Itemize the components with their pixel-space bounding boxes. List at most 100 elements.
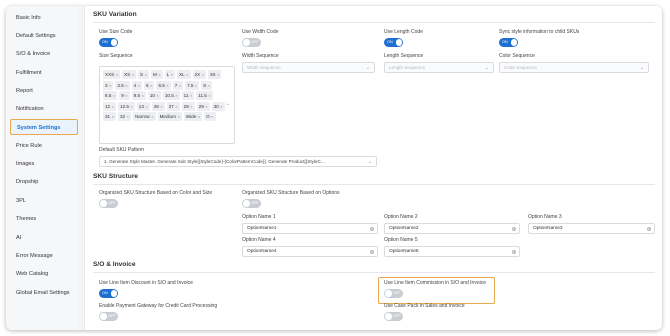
remove-tag-icon[interactable]: × xyxy=(190,104,192,109)
use-size-code-toggle[interactable]: ON xyxy=(99,38,118,47)
use-size-code-label: Use Size Code xyxy=(99,29,133,35)
remove-tag-icon[interactable]: × xyxy=(190,93,192,98)
sidebar-item-report[interactable]: Report xyxy=(10,83,74,99)
use-length-code-label: Use Length Code xyxy=(384,29,423,35)
size-tag-label: S xyxy=(140,72,144,77)
sidebar-item-3pl[interactable]: 3PL xyxy=(10,193,74,209)
option-name-2-input[interactable]: OptionName2 × xyxy=(384,223,520,234)
size-tag: 13 × xyxy=(136,101,150,111)
remove-tag-icon[interactable]: × xyxy=(112,114,114,119)
remove-tag-icon[interactable]: × xyxy=(112,104,114,109)
option-name-4-value: OptionName4 xyxy=(247,249,277,254)
remove-tag-icon[interactable]: × xyxy=(207,83,209,88)
remove-tag-icon[interactable]: × xyxy=(171,72,173,77)
remove-tag-icon[interactable]: × xyxy=(186,72,188,77)
use-width-code-toggle[interactable]: OFF xyxy=(242,38,261,47)
sidebar-item-notification[interactable]: Notification xyxy=(10,101,74,117)
line-item-commission-toggle[interactable]: OFF xyxy=(384,289,403,298)
payment-gateway-toggle[interactable]: OFF xyxy=(99,312,118,321)
sidebar-item-system-settings[interactable]: System Settings xyxy=(10,119,78,135)
remove-tag-icon[interactable]: × xyxy=(125,83,127,88)
remove-tag-icon[interactable]: × xyxy=(198,114,200,119)
sidebar-item-price-rule[interactable]: Price Rule xyxy=(10,138,74,154)
size-tag-label: 10 xyxy=(149,93,155,99)
size-tag-label: 27 xyxy=(168,103,174,109)
remove-tag-icon[interactable]: × xyxy=(175,93,177,98)
size-tag-label: 6.5 xyxy=(158,82,165,88)
default-sku-pattern-value: 1. Generate Style Master. Generate Sub S… xyxy=(104,159,325,164)
size-tag-label: M xyxy=(152,72,157,77)
remove-tag-icon[interactable]: × xyxy=(179,83,181,88)
size-tag-label: 3.5 xyxy=(117,82,124,88)
remove-tag-icon[interactable]: × xyxy=(150,83,152,88)
remove-tag-icon[interactable]: × xyxy=(202,72,204,77)
remove-tag-icon[interactable]: × xyxy=(130,104,132,109)
remove-tag-icon[interactable]: × xyxy=(142,93,144,98)
option-name-4-input[interactable]: OptionName4 × xyxy=(242,246,378,257)
length-sequence-select[interactable]: Length Sequence ⌄ xyxy=(384,62,494,73)
remove-tag-icon[interactable]: × xyxy=(113,93,115,98)
divider xyxy=(93,184,655,185)
line-item-discount-toggle[interactable]: ON xyxy=(99,289,118,298)
width-sequence-select[interactable]: Width Sequence ⌄ xyxy=(242,62,375,73)
remove-tag-icon[interactable]: × xyxy=(211,114,213,119)
remove-tag-icon[interactable]: × xyxy=(166,83,168,88)
clear-icon[interactable]: × xyxy=(646,226,651,231)
remove-tag-icon[interactable]: × xyxy=(208,93,210,98)
sidebar-item-ai[interactable]: AI xyxy=(10,230,74,246)
clear-icon[interactable]: × xyxy=(369,226,374,231)
use-length-code-toggle[interactable]: ON xyxy=(384,38,403,47)
sidebar-item-basic-info[interactable]: Basic Info xyxy=(10,10,74,26)
size-tag-label: 13 xyxy=(138,103,144,109)
sidebar-item-dropship[interactable]: Dropship xyxy=(10,174,74,190)
size-tag: 3 × xyxy=(103,80,114,90)
remove-tag-icon[interactable]: × xyxy=(195,83,197,88)
organized-options-label: Organized SKU Structure Based on Options xyxy=(242,190,340,196)
sidebar-item-global-email-settings[interactable]: Global Email Settings xyxy=(10,285,74,301)
sidebar-item-error-message[interactable]: Error Message xyxy=(10,248,74,264)
sync-style-toggle[interactable]: ON xyxy=(499,38,518,47)
chevron-down-icon: ⌄ xyxy=(639,65,644,71)
remove-tag-icon[interactable]: × xyxy=(220,104,222,109)
option-name-1-input[interactable]: OptionName1 × xyxy=(242,223,378,234)
option-name-2-label: Option Name 2 xyxy=(384,214,418,220)
clear-icon[interactable]: × xyxy=(511,249,516,254)
remove-tag-icon[interactable]: × xyxy=(127,114,129,119)
remove-tag-icon[interactable]: × xyxy=(116,72,118,77)
size-tag: 30 × xyxy=(211,101,225,111)
remove-tag-icon[interactable]: × xyxy=(109,83,111,88)
remove-tag-icon[interactable]: × xyxy=(132,72,134,77)
option-name-3-input[interactable]: OptionName3 × xyxy=(528,223,655,234)
remove-tag-icon[interactable]: × xyxy=(158,72,160,77)
remove-tag-icon[interactable]: × xyxy=(217,72,219,77)
color-sequence-select[interactable]: Color Sequence ⌄ xyxy=(499,62,649,73)
case-pack-toggle[interactable]: OFF xyxy=(384,312,403,321)
clear-icon[interactable]: × xyxy=(369,249,374,254)
remove-tag-icon[interactable]: × xyxy=(145,104,147,109)
remove-tag-icon[interactable]: × xyxy=(145,72,147,77)
sidebar-item-web-catalog[interactable]: Web Catalog xyxy=(10,266,74,282)
sidebar-item-themes[interactable]: Themes xyxy=(10,211,74,227)
default-sku-pattern-select[interactable]: 1. Generate Style Master. Generate Sub S… xyxy=(99,156,377,167)
remove-tag-icon[interactable]: × xyxy=(138,83,140,88)
remove-tag-icon[interactable]: × xyxy=(125,93,127,98)
size-tag: 28 × xyxy=(181,101,195,111)
size-tag: 7 × xyxy=(172,80,184,90)
remove-tag-icon[interactable]: × xyxy=(175,104,177,109)
organized-color-size-toggle[interactable]: OFF xyxy=(99,199,118,208)
sidebar-item-default-settings[interactable]: Default Settings xyxy=(10,28,74,44)
sidebar-item-so-invoice[interactable]: S/O & Invoice xyxy=(10,46,74,62)
remove-tag-icon[interactable]: × xyxy=(177,114,179,119)
sidebar-item-images[interactable]: Images xyxy=(10,156,74,172)
remove-tag-icon[interactable]: × xyxy=(151,114,153,119)
size-tag: 12.5 × xyxy=(117,101,135,111)
organized-options-toggle[interactable]: OFF xyxy=(242,199,261,208)
sidebar-item-fulfillment[interactable]: Fulfillment xyxy=(10,65,74,81)
size-sequence-select[interactable]: XXS × XS × S × M × L × XL × 2X × 3X × 3 × 3.5 × 4 × 6 × 6.5 × 7 × 7.… xyxy=(99,66,235,144)
remove-tag-icon[interactable]: × xyxy=(205,104,207,109)
option-name-5-input[interactable]: OptionName5 × xyxy=(384,246,520,257)
remove-tag-icon[interactable]: × xyxy=(157,93,159,98)
size-tag: 32 × xyxy=(117,112,131,122)
clear-icon[interactable]: × xyxy=(511,226,516,231)
remove-tag-icon[interactable]: × xyxy=(160,104,162,109)
